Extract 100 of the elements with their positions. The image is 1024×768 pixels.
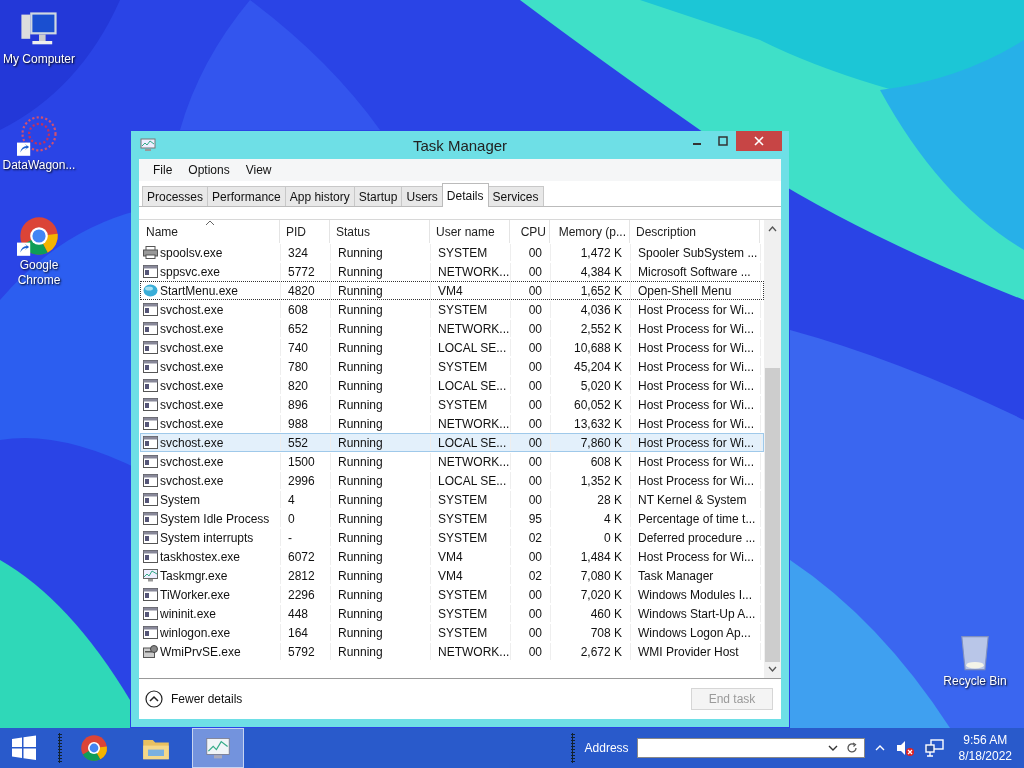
close-button[interactable] <box>736 131 782 151</box>
menu-item[interactable]: View <box>237 163 280 177</box>
table-cell: NETWORK... <box>438 321 510 336</box>
column-header[interactable]: Name <box>140 220 280 243</box>
table-cell: Host Process for Wi... <box>638 302 755 317</box>
table-cell: 4,384 K <box>580 264 622 279</box>
tab[interactable]: Users <box>401 186 443 206</box>
table-cell: 460 K <box>590 606 622 621</box>
column-header-label: Memory (p... <box>558 224 626 239</box>
desktop-icon-label[interactable]: Recycle Bin <box>943 674 1007 689</box>
process-row[interactable]: svchost.exe 740 Running LOCAL SE... 00 10,688 K Host Process for Wi... <box>140 338 764 357</box>
table-cell: wininit.exe <box>160 606 217 621</box>
process-row[interactable]: StartMenu.exe 4820 Running VM4 00 1,652 K Open-Shell Menu <box>140 281 764 300</box>
process-row[interactable]: sppsvc.exe 5772 Running NETWORK... 00 4,384 K Microsoft Software ... <box>140 262 764 281</box>
window-icon <box>143 626 158 639</box>
process-row[interactable]: svchost.exe 780 Running SYSTEM 00 45,204 K Host Process for Wi... <box>140 357 764 376</box>
process-row[interactable]: spoolsv.exe 324 Running SYSTEM 00 1,472 K Spooler SubSystem ... <box>140 243 764 262</box>
desktop-icon-label[interactable]: DataWagon... <box>2 158 76 173</box>
process-row[interactable]: svchost.exe 896 Running SYSTEM 00 60,052 K Host Process for Wi... <box>140 395 764 414</box>
table-cell: 2812 <box>288 568 315 583</box>
table-cell: sppsvc.exe <box>160 264 221 279</box>
clock[interactable]: 9:56 AM 8/18/2022 <box>958 732 1012 764</box>
scrollbar[interactable] <box>764 220 781 678</box>
process-row[interactable]: winlogon.exe 164 Running SYSTEM 00 708 K Windows Logon Ap... <box>140 623 764 642</box>
table-cell: Host Process for Wi... <box>638 435 755 450</box>
collapse-icon <box>145 690 163 708</box>
column-header-label: Description <box>636 224 697 239</box>
process-row[interactable]: svchost.exe 552 Running LOCAL SE... 00 7,860 K Host Process for Wi... <box>140 433 764 452</box>
table-cell: 740 <box>288 340 309 355</box>
desktop-icon-label[interactable]: My Computer <box>3 52 75 67</box>
table-cell: 2996 <box>288 473 315 488</box>
chrome-icon[interactable] <box>17 214 61 258</box>
table-cell: NETWORK... <box>438 264 510 279</box>
table-cell: 7,080 K <box>580 568 622 583</box>
window-icon <box>143 303 158 316</box>
tab[interactable]: Details <box>441 183 489 207</box>
table-cell: 00 <box>528 625 542 640</box>
column-header[interactable]: PID <box>280 220 330 243</box>
dropdown-caret-icon[interactable] <box>827 744 838 752</box>
column-header[interactable]: Status <box>330 220 430 243</box>
table-cell: svchost.exe <box>160 435 224 450</box>
table-cell: WmiPrvSE.exe <box>160 644 241 659</box>
process-row[interactable]: svchost.exe 820 Running LOCAL SE... 00 5,020 K Host Process for Wi... <box>140 376 764 395</box>
process-row[interactable]: System interrupts - Running SYSTEM 02 0 K Deferred procedure ... <box>140 528 764 547</box>
process-row[interactable]: svchost.exe 2996 Running LOCAL SE... 00 1,352 K Host Process for Wi... <box>140 471 764 490</box>
show-hidden-icons-button[interactable] <box>874 744 885 752</box>
column-header[interactable]: Memory (p... <box>550 220 630 243</box>
process-row[interactable]: taskhostex.exe 6072 Running VM4 00 1,484 K Host Process for Wi... <box>140 547 764 566</box>
menu-item[interactable]: File <box>145 163 181 177</box>
process-row[interactable]: System 4 Running SYSTEM 00 28 K NT Kernel & System <box>140 490 764 509</box>
column-header[interactable]: User name <box>430 220 510 243</box>
column-header-label: CPU <box>520 224 546 239</box>
monitor-chart-icon <box>143 569 158 582</box>
table-cell: 60,052 K <box>573 397 622 412</box>
process-row[interactable]: System Idle Process 0 Running SYSTEM 95 4 K Percentage of time t... <box>140 509 764 528</box>
table-cell: 28 K <box>597 492 622 507</box>
table-cell: LOCAL SE... <box>438 473 507 488</box>
window-icon <box>143 588 158 601</box>
process-row[interactable]: wininit.exe 448 Running SYSTEM 00 460 K Windows Start-Up A... <box>140 604 764 623</box>
table-cell: 45,204 K <box>573 359 622 374</box>
column-header[interactable]: CPU <box>510 220 550 243</box>
table-cell: Running <box>338 568 383 583</box>
table-cell: System <box>160 492 200 507</box>
table-cell: 820 <box>288 378 309 393</box>
table-cell: LOCAL SE... <box>438 340 507 355</box>
table-cell: svchost.exe <box>160 340 224 355</box>
scroll-up-icon[interactable] <box>768 226 777 232</box>
tab[interactable]: Startup <box>353 186 403 206</box>
column-header[interactable]: Description <box>630 220 760 243</box>
menu-item[interactable]: Options <box>180 163 238 177</box>
tab[interactable]: App history <box>284 186 355 206</box>
process-row[interactable]: svchost.exe 652 Running NETWORK... 00 2,552 K Host Process for Wi... <box>140 319 764 338</box>
column-header-label: Status <box>336 224 371 239</box>
fewer-details-button[interactable]: Fewer details <box>145 690 243 708</box>
process-row[interactable]: WmiPrvSE.exe 5792 Running NETWORK... 00 2,672 K WMI Provider Host <box>140 642 764 661</box>
desktop-icon-label[interactable]: Google Chrome <box>9 258 69 288</box>
tab[interactable]: Performance <box>207 186 286 206</box>
tab[interactable]: Services <box>487 186 544 206</box>
table-cell: 0 <box>288 511 295 526</box>
table-cell: 00 <box>528 454 542 469</box>
process-row[interactable]: svchost.exe 608 Running SYSTEM 00 4,036 K Host Process for Wi... <box>140 300 764 319</box>
scroll-down-icon[interactable] <box>768 666 777 672</box>
process-row[interactable]: svchost.exe 988 Running NETWORK... 00 13,632 K Host Process for Wi... <box>140 414 764 433</box>
table-cell: Open-Shell Menu <box>638 283 732 298</box>
process-row[interactable]: svchost.exe 1500 Running NETWORK... 00 608 K Host Process for Wi... <box>140 452 764 471</box>
table-cell: Running <box>338 530 383 545</box>
chrome-icon <box>78 732 110 764</box>
process-row[interactable]: Taskmgr.exe 2812 Running VM4 02 7,080 K Task Manager <box>140 566 764 585</box>
window-icon <box>143 531 158 544</box>
refresh-icon[interactable] <box>845 742 858 754</box>
network-icon[interactable] <box>924 739 945 757</box>
table-cell: 00 <box>528 302 542 317</box>
window-icon <box>143 512 158 525</box>
process-row[interactable]: TiWorker.exe 2296 Running SYSTEM 00 7,020 K Windows Modules I... <box>140 585 764 604</box>
tab[interactable]: Processes <box>142 186 209 206</box>
start-button[interactable] <box>10 734 38 762</box>
muted-speaker-icon[interactable] <box>894 739 915 757</box>
taskbar-app-button[interactable] <box>192 728 244 768</box>
table-cell: 00 <box>528 264 542 279</box>
address-field[interactable] <box>636 738 865 758</box>
